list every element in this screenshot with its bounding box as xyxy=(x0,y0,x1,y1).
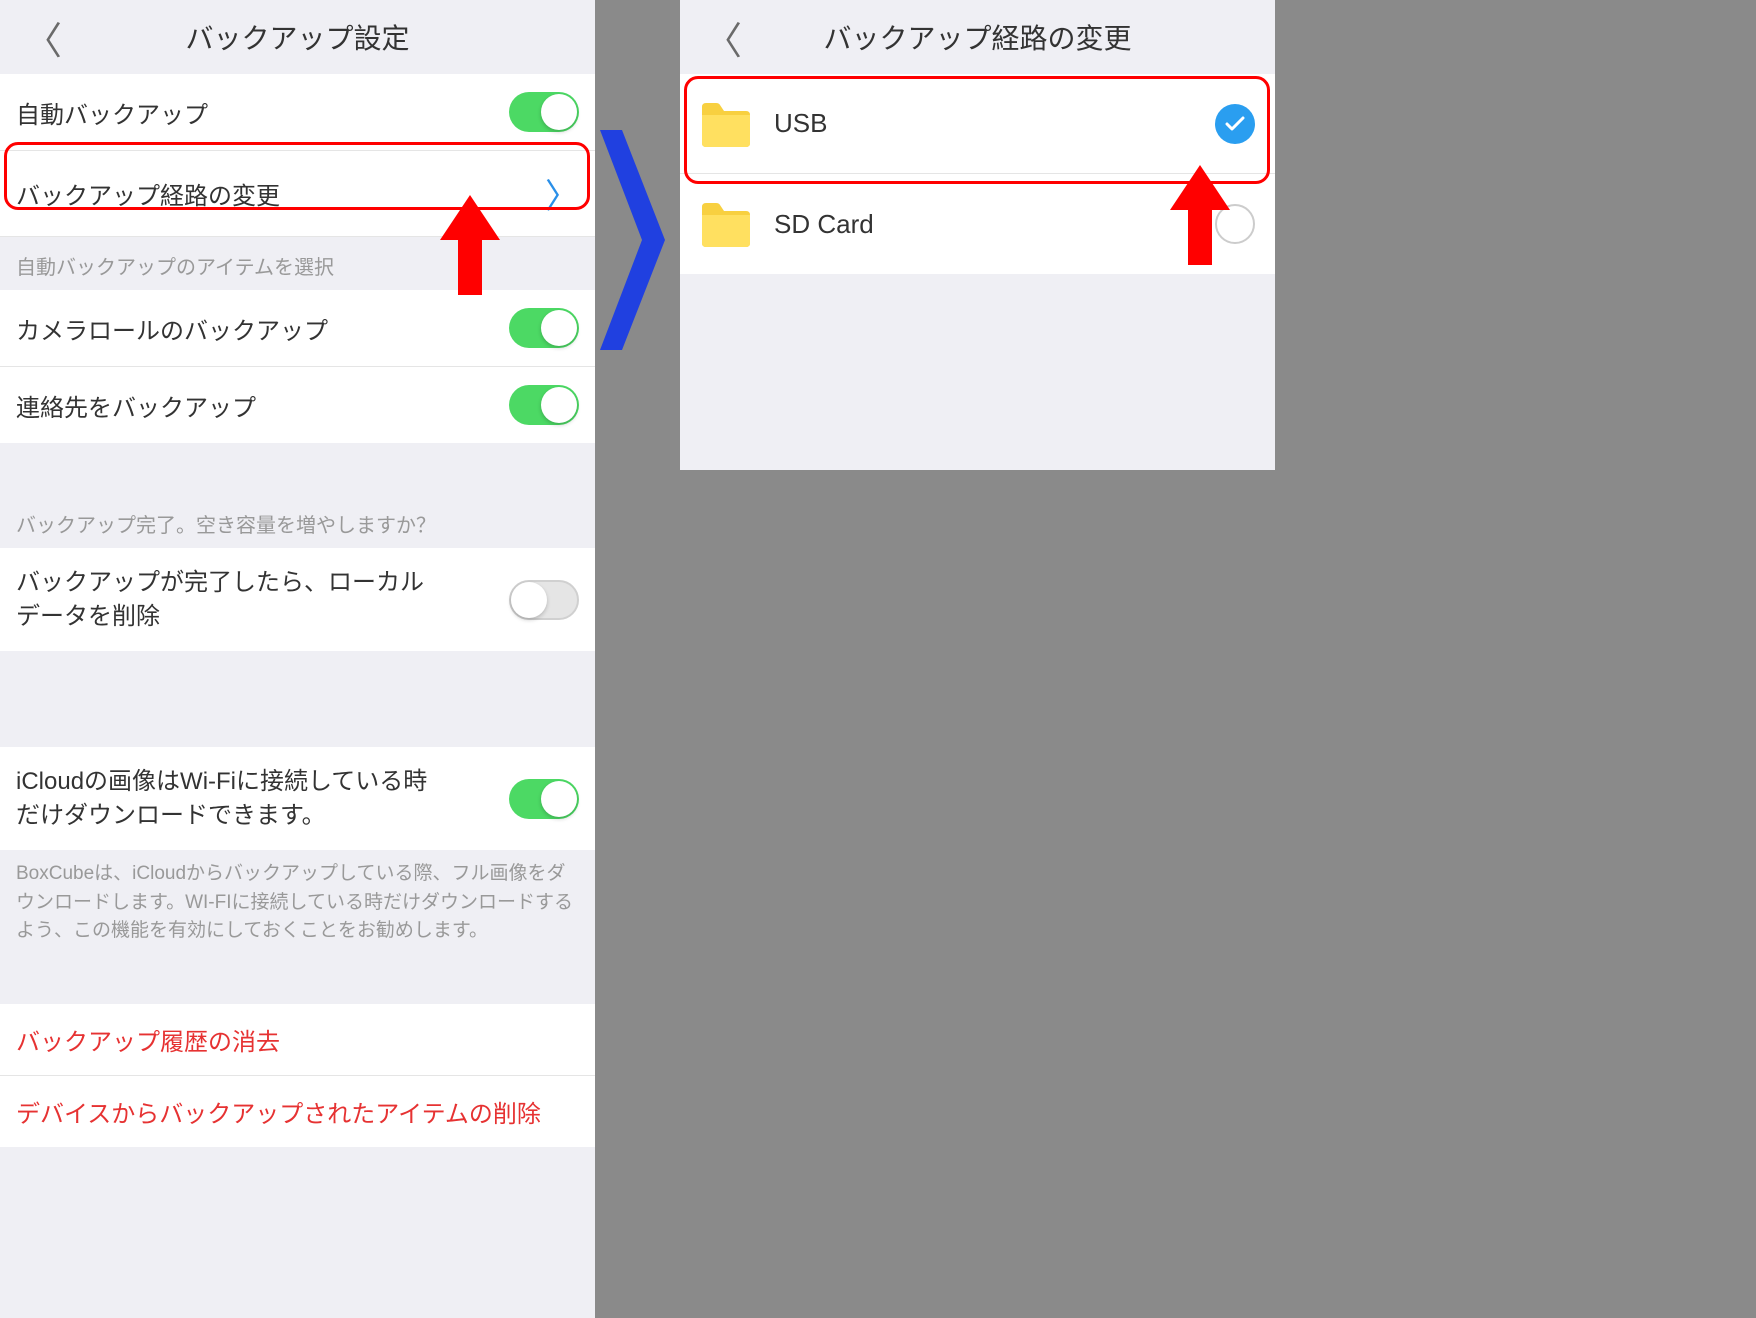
radio-empty-icon xyxy=(1215,204,1255,244)
header-right: 〈 バックアップ経路の変更 xyxy=(680,0,1275,74)
icloud-wifi-toggle[interactable] xyxy=(509,779,579,819)
back-button[interactable]: 〈 xyxy=(24,10,62,65)
auto-backup-row[interactable]: 自動バックアップ xyxy=(0,74,595,151)
contacts-label: 連絡先をバックアップ xyxy=(16,388,509,423)
chevron-right-icon: 〉 xyxy=(545,169,579,218)
page-title: バックアップ設定 xyxy=(20,17,575,57)
icloud-wifi-label: iCloudの画像はWi-Fiに接続している時だけダウンロードできます。 xyxy=(16,765,509,832)
change-path-label: バックアップ経路の変更 xyxy=(16,176,545,211)
change-backup-path-row[interactable]: バックアップ経路の変更 〉 xyxy=(0,151,595,237)
clear-backup-history-row[interactable]: バックアップ履歴の消去 xyxy=(0,1004,595,1076)
delete-after-label: バックアップが完了したら、ローカルデータを削除 xyxy=(16,566,509,633)
page-title: バックアップ経路の変更 xyxy=(700,17,1255,57)
camera-roll-backup-row[interactable]: カメラロールのバックアップ xyxy=(0,290,595,367)
blue-transition-arrow xyxy=(600,130,670,350)
header-left: 〈 バックアップ設定 xyxy=(0,0,595,74)
auto-backup-label: 自動バックアップ xyxy=(16,95,509,130)
backup-path-screen: 〈 バックアップ経路の変更 USB SD Card xyxy=(680,0,1275,470)
auto-backup-toggle[interactable] xyxy=(509,92,579,132)
backup-settings-screen: 〈 バックアップ設定 自動バックアップ バックアップ経路の変更 〉 自動バックア… xyxy=(0,0,595,1318)
camera-roll-label: カメラロールのバックアップ xyxy=(16,311,509,346)
icloud-description: BoxCubeは、iCloudからバックアップしている際、フル画像をダウンロード… xyxy=(0,850,595,960)
delete-backed-label: デバイスからバックアップされたアイテムの削除 xyxy=(16,1094,579,1129)
camera-roll-toggle[interactable] xyxy=(509,308,579,348)
usb-path-row[interactable]: USB xyxy=(680,74,1275,174)
clear-history-label: バックアップ履歴の消去 xyxy=(16,1022,579,1057)
contacts-backup-row[interactable]: 連絡先をバックアップ xyxy=(0,367,595,443)
folder-icon xyxy=(700,201,752,247)
section-items-header: 自動バックアップのアイテムを選択 xyxy=(0,237,595,290)
sdcard-label: SD Card xyxy=(774,209,874,240)
check-icon xyxy=(1215,104,1255,144)
delete-backed-items-row[interactable]: デバイスからバックアップされたアイテムの削除 xyxy=(0,1076,595,1147)
folder-icon xyxy=(700,101,752,147)
back-button[interactable]: 〈 xyxy=(704,10,742,65)
delete-after-toggle[interactable] xyxy=(509,580,579,620)
sdcard-path-row[interactable]: SD Card xyxy=(680,174,1275,274)
icloud-wifi-row[interactable]: iCloudの画像はWi-Fiに接続している時だけダウンロードできます。 xyxy=(0,747,595,850)
section-space-header: バックアップ完了。空き容量を増やしますか？ xyxy=(0,495,595,548)
contacts-toggle[interactable] xyxy=(509,385,579,425)
delete-after-backup-row[interactable]: バックアップが完了したら、ローカルデータを削除 xyxy=(0,548,595,651)
usb-label: USB xyxy=(774,108,827,139)
